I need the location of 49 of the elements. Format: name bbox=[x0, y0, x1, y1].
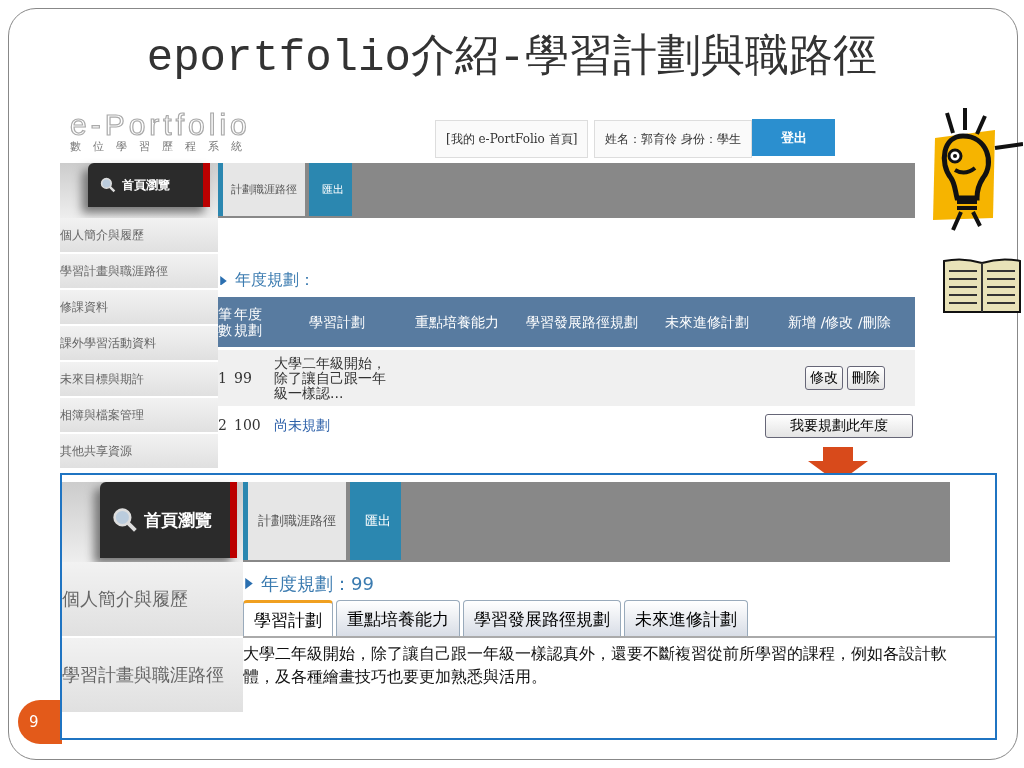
triangle-icon bbox=[245, 578, 253, 590]
home-button[interactable]: 首頁瀏覽 bbox=[88, 163, 210, 207]
column-header: 未來進修計劃 bbox=[663, 314, 750, 330]
table-cell-text: 2 bbox=[218, 418, 228, 433]
nav-tab[interactable]: 匯出 bbox=[350, 482, 401, 560]
sidebar-item[interactable]: 學習計畫與職涯路徑 bbox=[60, 254, 218, 290]
table-cell-text: 100 bbox=[234, 418, 262, 433]
triangle-icon bbox=[220, 275, 227, 286]
slide-title: eportfolio介紹-學習計劃與職路徑 bbox=[145, 31, 879, 85]
sidebar-item[interactable]: 個人簡介與履歷 bbox=[60, 218, 218, 254]
header-link[interactable]: [我的 e-PortFolio 首頁] bbox=[435, 120, 589, 158]
row-action-button[interactable]: 刪除 bbox=[847, 366, 885, 390]
tab[interactable]: 重點培養能力 bbox=[336, 600, 460, 636]
sidebar-item[interactable]: 未來目標與期許 bbox=[60, 362, 218, 398]
search-icon bbox=[112, 507, 138, 533]
tab[interactable]: 學習發展路徑規劃 bbox=[463, 600, 621, 636]
home-button[interactable]: 首頁瀏覽 bbox=[100, 482, 237, 558]
table-cell[interactable]: 尚未規劃 bbox=[274, 418, 649, 433]
table-cell-text: 99 bbox=[234, 370, 253, 386]
column-header: 新增 /修改 /刪除 bbox=[787, 314, 892, 330]
sidebar-item[interactable]: 其他共享資源 bbox=[60, 434, 218, 470]
logo: e-Portfolio 數位學習歷程系統 bbox=[69, 110, 255, 155]
table-cell-text: 大學二年級開始，除了讓自己跟一年級一樣認... bbox=[274, 355, 387, 401]
tab[interactable]: 學習計劃 bbox=[243, 600, 333, 636]
plan-text: 大學二年級開始，除了讓自己跟一年級一樣認真外，還要不斷複習從前所學習的課程，例如各設計軟體，及各種繪畫技巧也要更加熟悉與活用。 bbox=[243, 643, 948, 688]
section-heading: 年度規劃：99 bbox=[261, 572, 374, 596]
column-header: 筆數 bbox=[218, 306, 232, 338]
slide-number: 9 bbox=[18, 700, 62, 744]
tab[interactable]: 未來進修計劃 bbox=[624, 600, 748, 636]
table-cell-text: 1 bbox=[218, 370, 228, 386]
row-action-button[interactable]: 修改 bbox=[805, 366, 843, 390]
column-header: 學習發展路徑規劃 bbox=[524, 314, 639, 330]
sidebar-item[interactable]: 課外學習活動資料 bbox=[60, 326, 218, 362]
logout-button[interactable]: 登出 bbox=[752, 119, 836, 156]
nav-tab[interactable]: 計劃職涯路徑 bbox=[243, 482, 346, 560]
column-header: 重點培養能力 bbox=[413, 314, 500, 330]
book-icon bbox=[943, 257, 1021, 313]
nav-tab[interactable]: 計劃職涯路徑 bbox=[218, 163, 305, 216]
sidebar-item[interactable]: 修課資料 bbox=[60, 290, 218, 326]
sidebar-item[interactable]: 相簿與檔案管理 bbox=[60, 398, 218, 434]
search-icon bbox=[100, 177, 116, 193]
sidebar-item[interactable]: 學習計畫與職涯路徑 bbox=[62, 638, 243, 714]
plan-year-button[interactable]: 我要規劃此年度 bbox=[765, 413, 913, 438]
column-header: 學習計劃 bbox=[307, 314, 366, 330]
column-header: 年度規劃 bbox=[234, 306, 263, 338]
header-link[interactable]: 姓名：郭育伶 身份：學生 bbox=[594, 120, 753, 158]
section-heading: 年度規劃： bbox=[235, 270, 315, 291]
sidebar-item[interactable]: 個人簡介與履歷 bbox=[62, 562, 243, 638]
nav-tab[interactable]: 匯出 bbox=[309, 163, 352, 216]
